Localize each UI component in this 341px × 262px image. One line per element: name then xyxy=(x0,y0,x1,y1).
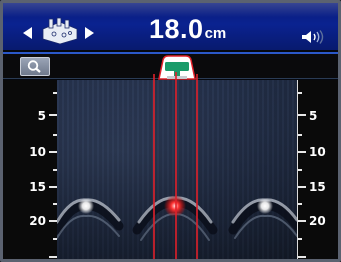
scanner-device-icon xyxy=(158,55,196,80)
scale-label: 5 xyxy=(309,109,318,123)
scale-tick xyxy=(298,92,302,94)
scale-tick xyxy=(298,169,302,171)
depth-unit: cm xyxy=(204,25,227,42)
speaker-icon[interactable] xyxy=(301,30,327,44)
scale-tick xyxy=(298,186,306,188)
arrow-left-icon[interactable] xyxy=(23,27,32,39)
left-gutter xyxy=(3,80,27,262)
scale-tick xyxy=(298,256,306,258)
depth-scale-left: 5 10 15 20 xyxy=(27,80,58,262)
scale-tick xyxy=(298,151,306,153)
scale-tick xyxy=(298,220,306,222)
scale-tick xyxy=(49,186,57,188)
scale-tick xyxy=(49,151,57,153)
scale-tick xyxy=(49,220,57,222)
scan-view xyxy=(57,80,297,262)
magnifier-icon xyxy=(27,60,41,73)
depth-value: 18.0 xyxy=(149,14,204,44)
scale-tick xyxy=(298,203,302,205)
scan-image xyxy=(57,80,297,262)
header-bar: 18.0cm xyxy=(3,3,338,50)
scale-label: 5 xyxy=(37,109,46,123)
depth-readout: 18.0cm xyxy=(149,14,226,45)
scale-label: 10 xyxy=(29,145,46,159)
scale-label: 15 xyxy=(309,180,326,194)
detection-point-right xyxy=(257,198,273,214)
scanner-screen: 18.0cm 5 10 15 20 5 10 15 20 xyxy=(0,0,341,262)
depth-scale-right: 5 10 15 20 xyxy=(297,80,328,262)
scale-label: 15 xyxy=(29,180,46,194)
scale-label: 20 xyxy=(29,214,46,228)
scale-tick xyxy=(298,134,302,136)
detection-point-left xyxy=(78,198,94,214)
right-gutter xyxy=(327,80,338,262)
scale-tick xyxy=(298,114,306,116)
scale-tick xyxy=(49,114,57,116)
arrow-right-icon[interactable] xyxy=(85,27,94,39)
search-button[interactable] xyxy=(20,57,50,76)
wall-structure-icon[interactable] xyxy=(40,17,80,45)
scale-tick xyxy=(298,238,302,240)
scale-label: 10 xyxy=(309,145,326,159)
scale-tick xyxy=(49,256,57,258)
scale-label: 20 xyxy=(309,214,326,228)
detection-point-center xyxy=(164,195,186,217)
